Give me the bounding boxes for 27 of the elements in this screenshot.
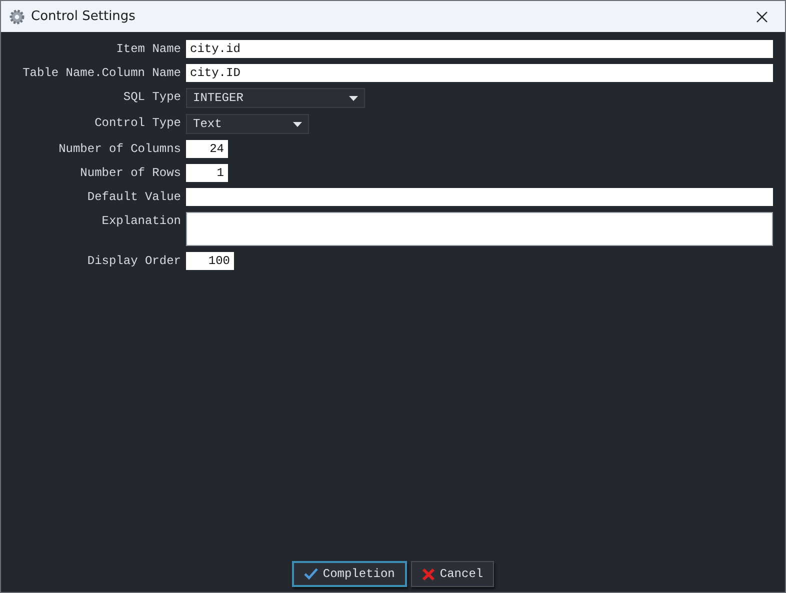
cross-icon [422, 568, 435, 580]
dropdown[interactable]: INTEGER [186, 88, 365, 108]
field-label: Item Name [115, 41, 182, 58]
field-label: Display Order [86, 253, 182, 270]
number-field[interactable]: 100 [186, 252, 234, 270]
field-label: Table Name.Column Name [22, 65, 182, 82]
close-icon [756, 10, 768, 22]
completion-button[interactable]: Completion [292, 561, 407, 587]
number-field[interactable]: 24 [186, 140, 228, 158]
gear-icon [9, 8, 25, 24]
caret-icon [293, 122, 302, 126]
cancel-button[interactable]: Cancel [410, 561, 494, 587]
text-field[interactable]: city.id [186, 40, 773, 58]
field-label: Number of Rows [79, 165, 182, 182]
field-label: Control Type [94, 115, 182, 132]
text-field[interactable] [186, 188, 773, 206]
field-label: Explanation [100, 213, 182, 230]
field-label: SQL Type [122, 89, 182, 106]
field-label: Default Value [86, 189, 182, 206]
field-label: Number of Columns [58, 141, 182, 158]
dropdown[interactable]: Text [186, 114, 309, 134]
text-area[interactable] [186, 212, 773, 246]
caret-icon [349, 96, 358, 100]
checkmark-icon [304, 568, 318, 580]
number-field[interactable]: 1 [186, 164, 228, 182]
window-title: Control Settings [31, 9, 136, 24]
text-field[interactable]: city.ID [186, 64, 773, 82]
